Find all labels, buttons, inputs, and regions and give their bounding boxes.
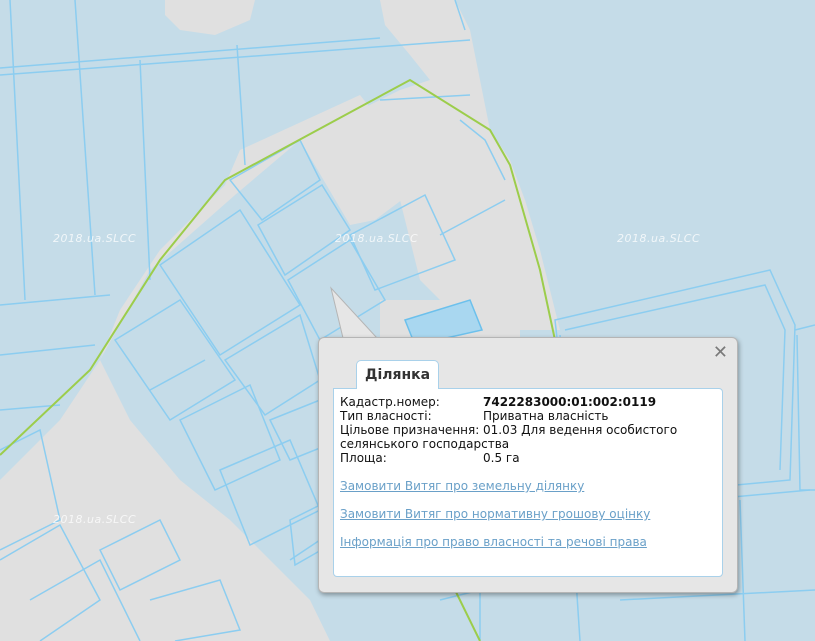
ownership-value: Приватна власність — [483, 409, 609, 423]
ownership-row: Тип власності: Приватна власність — [340, 409, 608, 423]
cadastral-row: Кадастр.номер: 7422283000:01:002:0119 — [340, 395, 656, 409]
cadastral-label: Кадастр.номер: — [340, 395, 440, 409]
map-watermark: 2018.ua.SLCC — [617, 232, 701, 245]
map-watermark: 2018.ua.SLCC — [53, 232, 137, 245]
order-valuation-extract-link[interactable]: Замовити Витяг про нормативну грошову оц… — [340, 507, 650, 521]
tab-parcel[interactable]: Ділянка — [356, 360, 440, 389]
area-row: Площа: 0.5 га — [340, 451, 520, 465]
purpose-value-continued: селянського господарства — [340, 437, 510, 451]
map-watermark: 2018.ua.SLCC — [335, 232, 419, 245]
map-watermark: 2018.ua.SLCC — [53, 513, 137, 526]
purpose-label: Цільове призначення: — [340, 423, 480, 437]
order-parcel-extract-link[interactable]: Замовити Витяг про земельну ділянку — [340, 479, 584, 493]
ownership-rights-info-link[interactable]: Інформація про право власності та речові… — [340, 535, 647, 549]
purpose-row: Цільове призначення: 01.03 Для ведення ос… — [340, 423, 677, 437]
parcel-info-panel: Кадастр.номер: 7422283000:01:002:0119 Тип… — [333, 388, 723, 577]
area-value: 0.5 га — [483, 451, 520, 465]
parcel-info-popup: ✕ Ділянка Кадастр.номер: 7422283000:01:00… — [318, 337, 738, 593]
cadastral-value: 7422283000:01:002:0119 — [483, 395, 657, 409]
area-label: Площа: — [340, 451, 387, 465]
close-icon[interactable]: ✕ — [713, 344, 728, 362]
purpose-value: 01.03 Для ведення особистого — [483, 423, 678, 437]
ownership-label: Тип власності: — [340, 409, 432, 423]
